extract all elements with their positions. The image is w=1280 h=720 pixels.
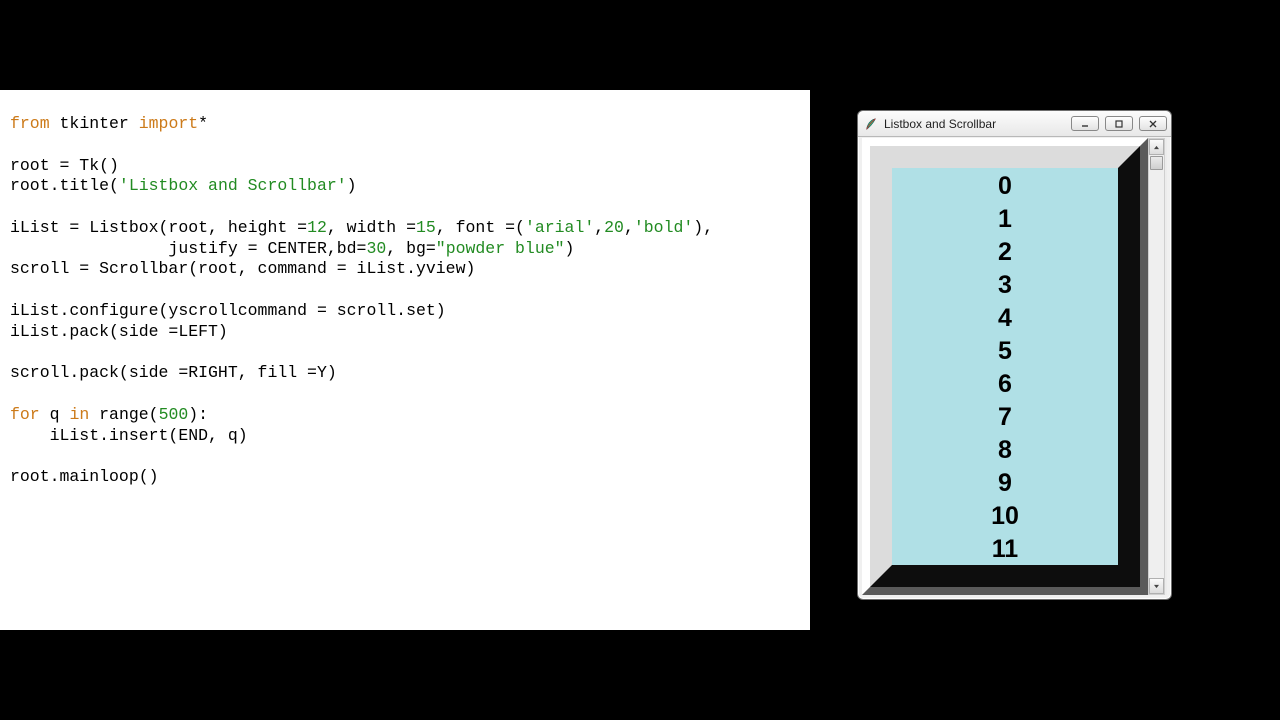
code-text: root.title( — [10, 176, 119, 195]
code-line: iList.configure(yscrollcommand = scroll.… — [10, 301, 446, 320]
minimize-button[interactable] — [1071, 116, 1099, 131]
list-item[interactable]: 0 — [892, 170, 1118, 203]
window-title: Listbox and Scrollbar — [884, 117, 1071, 131]
kw-for: for — [10, 405, 40, 424]
list-item[interactable]: 9 — [892, 467, 1118, 500]
code-text: , — [594, 218, 604, 237]
list-item[interactable]: 3 — [892, 269, 1118, 302]
num-literal: 500 — [159, 405, 189, 424]
screen-stage: from tkinter import* root = Tk() root.ti… — [0, 90, 1280, 630]
maximize-button[interactable] — [1105, 116, 1133, 131]
client-area: 0 1 2 3 4 5 6 7 8 9 10 11 — [862, 138, 1167, 595]
string-literal: 'bold' — [634, 218, 693, 237]
list-item[interactable]: 7 — [892, 401, 1118, 434]
feather-icon — [864, 117, 878, 131]
code-text: ): — [188, 405, 208, 424]
list-item[interactable]: 1 — [892, 203, 1118, 236]
num-literal: 30 — [366, 239, 386, 258]
num-literal: 15 — [416, 218, 436, 237]
code-text: * — [198, 114, 208, 133]
list-item[interactable]: 5 — [892, 335, 1118, 368]
string-literal: "powder blue" — [436, 239, 565, 258]
code-text: , font =( — [436, 218, 525, 237]
list-item[interactable]: 8 — [892, 434, 1118, 467]
kw-in: in — [69, 405, 89, 424]
list-item[interactable]: 11 — [892, 533, 1118, 565]
scroll-down-arrow[interactable] — [1149, 578, 1164, 594]
string-literal: 'arial' — [525, 218, 594, 237]
code-text: tkinter — [50, 114, 139, 133]
code-line: root = Tk() — [10, 156, 119, 175]
code-text: ), — [693, 218, 713, 237]
close-button[interactable] — [1139, 116, 1167, 131]
code-line: scroll = Scrollbar(root, command = iList… — [10, 259, 475, 278]
code-line: root.mainloop() — [10, 467, 159, 486]
list-item[interactable]: 4 — [892, 302, 1118, 335]
code-text: justify = CENTER,bd= — [10, 239, 366, 258]
code-text: , width = — [327, 218, 416, 237]
listbox-content[interactable]: 0 1 2 3 4 5 6 7 8 9 10 11 — [892, 168, 1118, 565]
code-text: ) — [565, 239, 575, 258]
code-text: q — [40, 405, 70, 424]
list-item[interactable]: 6 — [892, 368, 1118, 401]
string-literal: 'Listbox and Scrollbar' — [119, 176, 347, 195]
scroll-up-arrow[interactable] — [1149, 139, 1164, 155]
tk-window[interactable]: Listbox and Scrollbar — [857, 110, 1172, 600]
code-line: iList.insert(END, q) — [10, 426, 248, 445]
list-item[interactable]: 2 — [892, 236, 1118, 269]
kw-import: import — [139, 114, 198, 133]
num-literal: 20 — [604, 218, 624, 237]
window-buttons — [1071, 116, 1167, 131]
code-line: scroll.pack(side =RIGHT, fill =Y) — [10, 363, 337, 382]
listbox[interactable]: 0 1 2 3 4 5 6 7 8 9 10 11 — [862, 138, 1148, 595]
list-item[interactable]: 10 — [892, 500, 1118, 533]
code-line: iList.pack(side =LEFT) — [10, 322, 228, 341]
vertical-scrollbar[interactable] — [1148, 138, 1165, 595]
code-text: , — [624, 218, 634, 237]
code-editor[interactable]: from tkinter import* root = Tk() root.ti… — [0, 90, 810, 630]
scroll-thumb[interactable] — [1150, 156, 1163, 170]
code-text: iList = Listbox(root, height = — [10, 218, 307, 237]
code-text: , bg= — [386, 239, 436, 258]
num-literal: 12 — [307, 218, 327, 237]
code-text: range( — [89, 405, 158, 424]
code-text: ) — [347, 176, 357, 195]
kw-from: from — [10, 114, 50, 133]
titlebar[interactable]: Listbox and Scrollbar — [858, 111, 1171, 137]
